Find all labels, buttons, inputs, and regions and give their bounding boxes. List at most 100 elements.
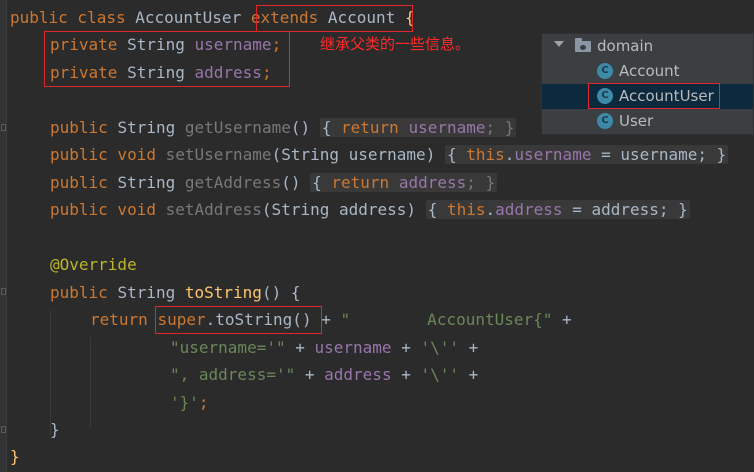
code-line-field-username: private String username; [50,31,281,58]
string-literal: "username='" [170,338,286,357]
code-line-set-username: public void setUsername(String username)… [50,141,729,168]
punctuation: ; [271,35,282,54]
brace: { [321,118,342,137]
code-line-get-address: public String getAddress() { return addr… [50,169,498,196]
annotation-note: 继承父类的一些信息。 [320,35,471,53]
code-line-class-close: } [10,443,20,470]
keyword: private [50,35,128,54]
class-icon: C [597,88,613,104]
brace: { [427,200,447,219]
field-name: username [194,35,272,54]
keyword: return [341,118,409,137]
field-name: address [398,173,467,192]
keyword: this [466,145,505,164]
folded-body[interactable]: { this.username = username; } [444,145,729,164]
punctuation: () { [261,283,301,302]
method-name: getAddress [184,173,282,192]
field-name: username [314,338,392,357]
method-name: getUsername [184,118,291,137]
tree-item-user[interactable]: C User [542,109,753,134]
annotation: @Override [50,255,137,274]
method-call: .toString() [205,310,312,329]
keyword-extends: extends [250,8,328,27]
operator: + [459,365,479,384]
brace: } [50,420,60,439]
code-line-class-declaration: public class AccountUser extends Account… [10,4,415,31]
method-name: setUsername [165,145,272,164]
keyword: private [50,63,128,82]
keyword: public void [50,200,166,219]
code-line-get-username: public String getUsername() { return use… [50,114,517,141]
brace: { [404,8,415,27]
type-name: String [117,173,185,192]
code-line-closing-string: '}'; [170,389,209,416]
keyword: public void [50,145,166,164]
class-name: AccountUser [135,8,251,27]
code-line-method-close: } [50,416,60,443]
tree-package-domain[interactable]: domain [542,34,753,59]
operator: + [311,310,341,329]
package-dot [580,45,586,50]
operator: + [295,365,325,384]
keyword: public [50,118,118,137]
punctuation: . [485,200,496,219]
keyword: public [50,283,118,302]
code-line-concat-address: ", address='" + address + '\'' + [170,361,478,388]
operator: + [285,338,315,357]
tree-item-label: User [619,112,654,130]
keyword: public class [10,8,136,27]
keyword: return [90,310,158,329]
code-line-concat-username: "username='" + username + '\'' + [170,334,478,361]
fold-marker[interactable] [1,426,6,433]
punctuation: ; } [485,118,515,137]
field-name: username [514,145,592,164]
punctuation: ; [198,393,209,412]
code-line-tostring-signature: public String toString() { [50,279,300,306]
tree-item-label: Account [619,62,680,80]
punctuation: () [290,118,320,137]
superclass-name: Account [327,8,405,27]
type-name: String [127,35,195,54]
assignment: = address; } [562,200,688,219]
field-name: address [194,63,262,82]
code-line-field-address: private String address; [50,59,272,86]
operator: + [391,365,421,384]
field-name: address [495,200,563,219]
folded-body[interactable]: { return username; } [319,118,517,137]
keyword: this [446,200,486,219]
folded-body[interactable]: { this.address = address; } [425,200,690,219]
package-label: domain [597,37,654,55]
keyword: return [331,173,399,192]
code-line-return-super: return super.toString() + " AccountUser{… [90,306,572,333]
string-literal: ", address='" [170,365,296,384]
parameters: (String address) [261,200,426,219]
tree-item-accountuser[interactable]: C AccountUser [542,84,753,109]
fold-marker[interactable] [1,124,6,131]
indent-guide [90,337,91,427]
tree-item-account[interactable]: C Account [542,59,753,84]
brace: { [312,173,332,192]
type-name: String [117,283,185,302]
method-name: toString [184,283,262,302]
code-line-annotation: @Override [50,251,137,278]
class-icon: C [597,63,613,79]
keyword: public [50,173,118,192]
punctuation: () [281,173,311,192]
operator: + [552,310,572,329]
punctuation: ; } [466,173,496,192]
type-name: String [117,118,185,137]
chevron-down-icon[interactable] [554,41,564,47]
class-icon: C [597,113,613,129]
brace: { [446,145,467,164]
operator: + [391,338,421,357]
operator: + [459,338,479,357]
code-line-set-address: public void setAddress(String address) {… [50,196,690,223]
char-literal: '\'' [420,365,460,384]
tree-item-label: AccountUser [619,87,714,105]
fold-marker[interactable] [1,288,6,295]
folded-body[interactable]: { return address; } [310,173,498,192]
field-name: username [408,118,486,137]
method-name: setAddress [165,200,262,219]
punctuation: ; [261,63,272,82]
char-literal: '\'' [420,338,459,357]
